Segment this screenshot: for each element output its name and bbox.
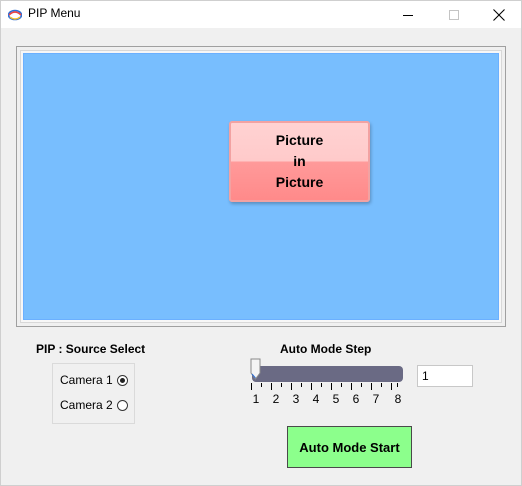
preview-frame: Picture in Picture (16, 46, 506, 327)
pip-label-line-3: Picture (275, 174, 324, 190)
preview-panel: Picture in Picture (23, 53, 499, 320)
tick-label: 2 (272, 392, 280, 406)
tick-label: 7 (372, 392, 380, 406)
pip-label-line-1: Picture (275, 132, 324, 148)
preview-inner-frame: Picture in Picture (20, 50, 502, 323)
camera-1-radio[interactable] (116, 374, 128, 386)
maximize-icon (449, 9, 459, 20)
slider-tick-labels: 1 2 3 4 5 6 7 8 (248, 392, 408, 406)
close-icon (493, 8, 505, 21)
slider-ticks (251, 383, 398, 390)
pip-menu-window: PIP Menu Picture in Picture PIP: Source… (0, 0, 522, 486)
auto-mode-step-slider[interactable] (252, 366, 403, 382)
source-select-label: PIP : Source Select (36, 342, 146, 356)
minimize-icon (403, 14, 413, 16)
camera-1-option[interactable]: Camera 1 (60, 372, 128, 388)
pip-window[interactable]: Picture in Picture (229, 121, 370, 202)
tick-label: 3 (292, 392, 300, 406)
title-bar[interactable]: PIP Menu (1, 1, 521, 28)
camera-2-option[interactable]: Camera 2 (60, 397, 128, 413)
tick-label: 1 (252, 392, 260, 406)
window-title: PIP Menu (28, 6, 81, 20)
auto-mode-step-input[interactable] (417, 365, 473, 387)
tick-label: 8 (394, 392, 402, 406)
camera-1-label: Camera 1 (60, 373, 113, 387)
app-icon (8, 9, 22, 21)
auto-mode-start-button[interactable]: Auto Mode Start (287, 426, 412, 468)
minimize-button[interactable] (385, 1, 431, 28)
source-select-group: Camera 1 Camera 2 (52, 363, 135, 424)
tick-label: 6 (352, 392, 360, 406)
maximize-button[interactable] (431, 1, 477, 28)
camera-2-radio[interactable] (116, 399, 128, 411)
tick-label: 4 (312, 392, 320, 406)
auto-mode-step-label: Auto Mode Step (280, 342, 372, 356)
tick-label: 5 (332, 392, 340, 406)
close-button[interactable] (476, 1, 522, 28)
pip-label-line-2: in (293, 153, 306, 169)
camera-2-label: Camera 2 (60, 398, 113, 412)
slider-thumb[interactable] (250, 358, 261, 380)
